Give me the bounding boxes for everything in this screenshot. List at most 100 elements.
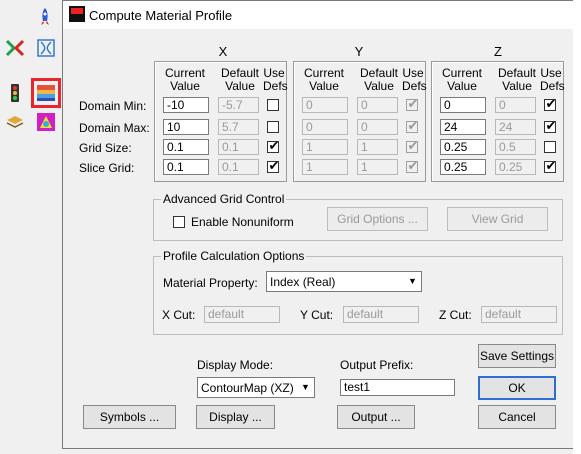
row-label-domain-min: Domain Min: — [79, 99, 147, 113]
left-toolbar — [0, 0, 62, 454]
x-domain-min-current[interactable]: -10 — [163, 97, 209, 113]
z-domain-min-use-defs-checkbox[interactable]: ✔ — [544, 96, 557, 111]
col-header-default: Default Value — [497, 66, 537, 93]
col-header-use-defs: Use Defs — [263, 66, 288, 93]
material-property-value: Index (Real) — [270, 275, 336, 289]
z-grid-size-use-defs-checkbox[interactable] — [544, 141, 556, 153]
z-domain-max-default: 24 — [495, 119, 536, 135]
col-header-use-defs: Use Defs — [540, 66, 565, 93]
axis-header-x: X — [218, 44, 228, 59]
compute-material-profile-dialog: Compute Material Profile X Y Z Domain Mi… — [62, 0, 574, 449]
z-domain-max-use-defs-checkbox[interactable]: ✔ — [544, 118, 557, 133]
save-settings-button[interactable]: Save Settings — [478, 344, 556, 368]
title-bar: Compute Material Profile — [63, 1, 573, 29]
merge-arrows-icon[interactable] — [4, 37, 26, 59]
z-slice-grid-default: 0.25 — [495, 159, 536, 175]
output-prefix-label: Output Prefix: — [340, 358, 414, 372]
checkmark-icon: ✔ — [545, 118, 557, 133]
y-slice-grid-default: 1 — [357, 159, 398, 175]
x-domain-max-default: 5.7 — [218, 119, 259, 135]
z-domain-min-current[interactable]: 0 — [440, 97, 486, 113]
x-slice-grid-use-defs-checkbox[interactable]: ✔ — [267, 158, 280, 173]
y-domain-max-use-defs-checkbox: ✔ — [406, 118, 419, 133]
enable-nonuniform-label[interactable]: Enable Nonuniform — [191, 215, 294, 229]
checkmark-icon: ✔ — [407, 118, 419, 133]
y-cut-input[interactable]: default — [343, 306, 419, 323]
x-axis-group: Current Value Default Value Use Defs -10… — [154, 61, 288, 182]
y-domain-min-use-defs-checkbox: ✔ — [406, 96, 419, 111]
z-cut-input[interactable]: default — [481, 306, 557, 323]
display-button[interactable]: Display ... — [196, 405, 275, 429]
background-window-edge — [573, 0, 581, 454]
x-grid-size-default: 0.1 — [218, 139, 259, 155]
checkmark-icon: ✔ — [545, 96, 557, 111]
mode-solver-icon[interactable] — [35, 111, 57, 133]
checkmark-icon: ✔ — [268, 138, 280, 153]
axis-header-y: Y — [354, 44, 364, 59]
z-axis-group: Current Value Default Value Use Defs 0 0… — [431, 61, 565, 182]
y-domain-max-default: 0 — [357, 119, 398, 135]
checkmark-icon: ✔ — [407, 96, 419, 111]
y-domain-min-current: 0 — [302, 97, 348, 113]
col-header-current: Current Value — [164, 66, 205, 93]
checkmark-icon: ✔ — [545, 158, 557, 173]
y-domain-max-current: 0 — [302, 119, 348, 135]
z-domain-min-default: 0 — [495, 97, 536, 113]
z-grid-size-default: 0.5 — [495, 139, 536, 155]
fiber-structure-icon[interactable] — [35, 37, 57, 59]
col-header-current: Current Value — [303, 66, 344, 93]
z-domain-max-current[interactable]: 24 — [440, 119, 486, 135]
x-domain-min-use-defs-checkbox[interactable] — [267, 99, 279, 111]
y-grid-size-current: 1 — [302, 139, 348, 155]
row-label-grid-size: Grid Size: — [79, 141, 132, 155]
z-cut-label: Z Cut: — [439, 308, 472, 322]
display-mode-value: ContourMap (XZ) — [201, 381, 294, 395]
y-domain-min-default: 0 — [357, 97, 398, 113]
x-grid-size-use-defs-checkbox[interactable]: ✔ — [267, 138, 280, 153]
material-property-select[interactable]: Index (Real) ▼ — [266, 271, 422, 292]
symbols-button[interactable]: Symbols ... — [83, 405, 176, 429]
checkmark-icon: ✔ — [407, 158, 419, 173]
display-mode-label: Display Mode: — [197, 358, 274, 372]
advanced-grid-control-legend: Advanced Grid Control — [161, 192, 287, 206]
ok-button[interactable]: OK — [478, 376, 556, 400]
z-slice-grid-use-defs-checkbox[interactable]: ✔ — [544, 158, 557, 173]
material-property-label: Material Property: — [163, 276, 258, 290]
row-label-slice-grid: Slice Grid: — [79, 161, 135, 175]
y-slice-grid-use-defs-checkbox: ✔ — [406, 158, 419, 173]
rocket-icon[interactable] — [34, 6, 56, 28]
x-grid-size-current[interactable]: 0.1 — [163, 139, 209, 155]
x-domain-min-default: -5.7 — [218, 97, 259, 113]
enable-nonuniform-checkbox[interactable] — [173, 216, 185, 228]
chevron-down-icon[interactable]: ▼ — [298, 379, 313, 396]
view-grid-button[interactable]: View Grid — [447, 207, 548, 231]
chevron-down-icon[interactable]: ▼ — [405, 273, 420, 290]
x-domain-max-current[interactable]: 10 — [163, 119, 209, 135]
material-profile-icon[interactable] — [31, 78, 61, 108]
layer-stack-icon[interactable] — [4, 111, 26, 133]
col-header-default: Default Value — [359, 66, 399, 93]
x-cut-input[interactable]: default — [204, 306, 280, 323]
cancel-button[interactable]: Cancel — [478, 405, 556, 429]
profile-calculation-options-group — [153, 256, 563, 335]
display-mode-select[interactable]: ContourMap (XZ) ▼ — [197, 377, 315, 398]
y-grid-size-use-defs-checkbox: ✔ — [406, 138, 418, 153]
col-header-default: Default Value — [220, 66, 260, 93]
col-header-use-defs: Use Defs — [402, 66, 427, 93]
grid-options-button[interactable]: Grid Options ... — [327, 207, 428, 231]
x-domain-max-use-defs-checkbox[interactable] — [267, 121, 279, 133]
app-icon — [69, 6, 85, 22]
output-button[interactable]: Output ... — [337, 405, 415, 429]
z-slice-grid-current[interactable]: 0.25 — [440, 159, 486, 175]
output-prefix-input[interactable]: test1 — [340, 379, 455, 396]
x-cut-label: X Cut: — [162, 308, 196, 322]
x-slice-grid-current[interactable]: 0.1 — [163, 159, 209, 175]
traffic-light-icon[interactable] — [4, 82, 26, 104]
row-label-domain-max: Domain Max: — [79, 121, 150, 135]
y-cut-label: Y Cut: — [300, 308, 334, 322]
checkmark-icon: ✔ — [268, 158, 280, 173]
axis-header-z: Z — [494, 44, 502, 59]
x-slice-grid-default: 0.1 — [218, 159, 259, 175]
profile-calculation-options-legend: Profile Calculation Options — [161, 249, 307, 263]
z-grid-size-current[interactable]: 0.25 — [440, 139, 486, 155]
